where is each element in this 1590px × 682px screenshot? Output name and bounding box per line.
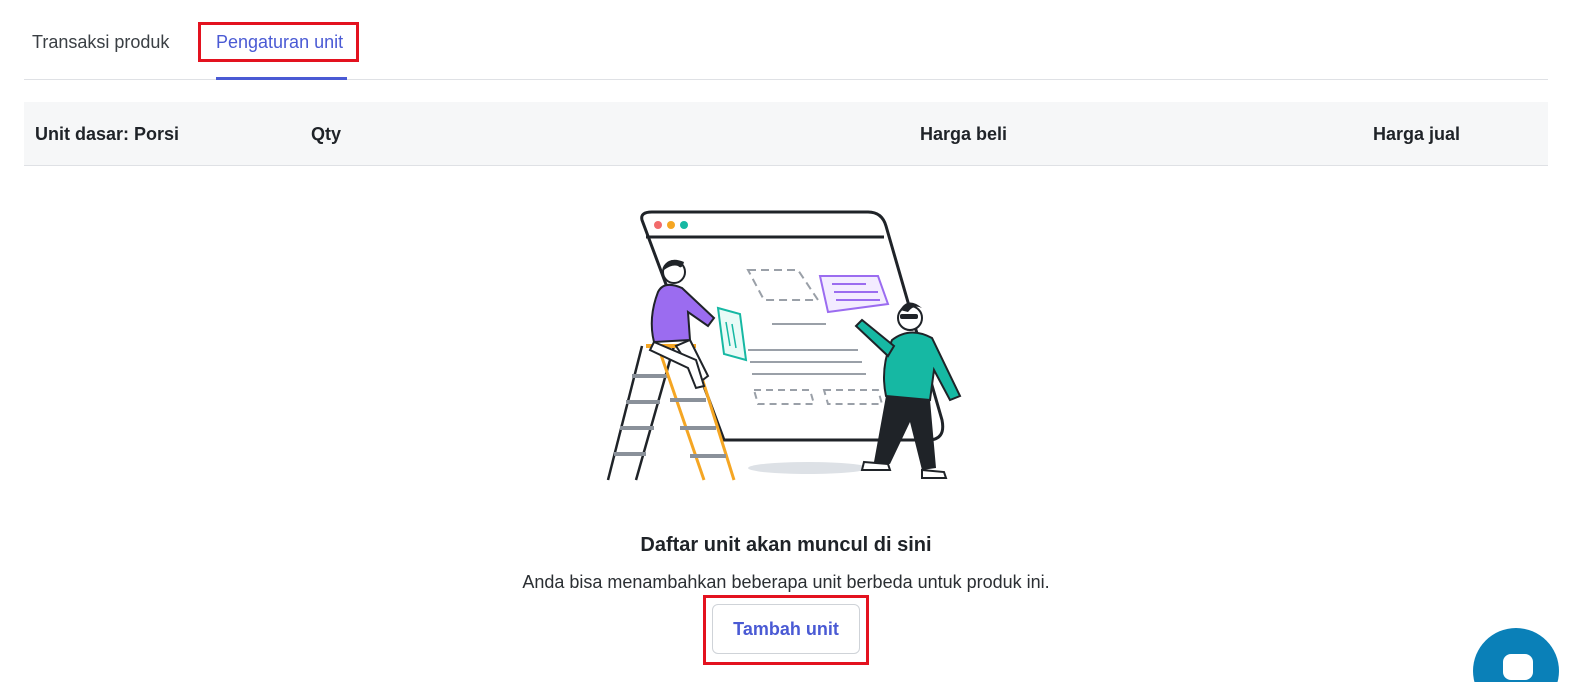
empty-state-description: Anda bisa menambahkan beberapa unit berb… [522, 572, 1050, 592]
tambah-unit-button[interactable]: Tambah unit [712, 604, 860, 654]
chat-button[interactable] [1473, 628, 1559, 682]
empty-state-illustration [606, 210, 962, 481]
empty-state-title: Daftar unit akan muncul di sini [640, 534, 932, 556]
header-harga-jual: Harga jual [1373, 124, 1461, 144]
header-unit-dasar: Unit dasar: Porsi [35, 124, 180, 144]
chat-icon [1503, 654, 1533, 680]
header-qty: Qty [311, 124, 342, 144]
tab-pengaturan-unit[interactable]: Pengaturan unit [216, 30, 343, 54]
unit-table-header: Unit dasar: Porsi Qty Harga beli Harga j… [24, 102, 1548, 166]
tab-transaksi-produk[interactable]: Transaksi produk [32, 30, 169, 54]
tab-bar: Transaksi produk Pengaturan unit [24, 0, 1548, 80]
active-tab-indicator [216, 77, 347, 80]
header-harga-beli: Harga beli [920, 124, 1008, 144]
